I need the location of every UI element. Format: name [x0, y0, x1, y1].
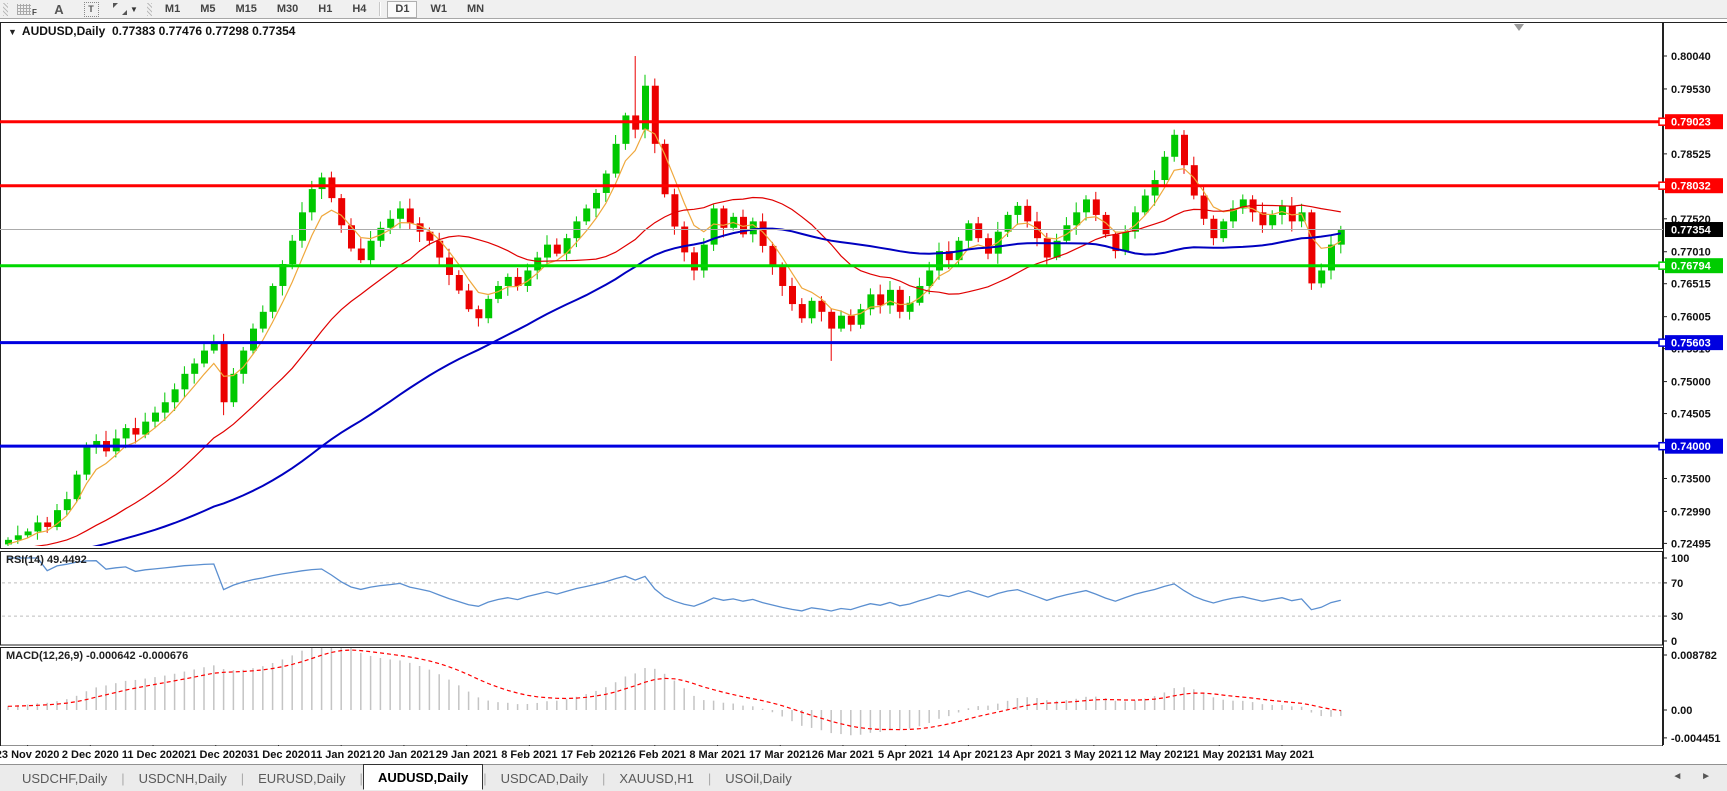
- date-tick-label: 26 Feb 2021: [624, 749, 686, 761]
- tab-scroll-arrows[interactable]: ◄ ►: [1672, 771, 1719, 782]
- date-tick-label: 20 Jan 2021: [373, 749, 435, 761]
- date-tick-label: 23 Apr 2021: [1000, 749, 1061, 761]
- price-tick-label: 0.74505: [1671, 409, 1711, 421]
- price-tick-label: 0.72990: [1671, 506, 1711, 518]
- date-tick-label: 3 May 2021: [1065, 749, 1123, 761]
- date-tick-label: 14 Apr 2021: [938, 749, 999, 761]
- date-tick-label: 8 Mar 2021: [689, 749, 745, 761]
- chart-tab-usoil[interactable]: USOil,Daily: [711, 768, 805, 789]
- date-tick-label: 5 Apr 2021: [878, 749, 933, 761]
- date-tick-label: 31 Dec 2020: [247, 749, 310, 761]
- svg-text:0.77354: 0.77354: [1671, 225, 1712, 237]
- svg-text:0.79023: 0.79023: [1671, 117, 1711, 129]
- svg-text:0.74000: 0.74000: [1671, 441, 1711, 453]
- date-tick-label: 26 Mar 2021: [812, 749, 874, 761]
- date-tick-label: 11 Jan 2021: [311, 749, 372, 761]
- chart-canvas[interactable]: 0.800400.795300.785250.775200.770100.765…: [0, 0, 1727, 746]
- chart-tab-bar: USDCHF,Daily|USDCNH,Daily|EURUSD,Daily|A…: [0, 764, 1727, 791]
- date-tick-label: 21 Dec 2020: [184, 749, 247, 761]
- main-panel: [1, 23, 1663, 549]
- svg-text:0.75603: 0.75603: [1671, 338, 1711, 350]
- price-tick-label: 0.75000: [1671, 377, 1711, 389]
- price-tick-label: 0.73500: [1671, 473, 1711, 485]
- svg-text:0.76794: 0.76794: [1671, 261, 1712, 273]
- chart-tab-xauusd[interactable]: XAUUSD,H1: [605, 768, 707, 789]
- mt4-window: F A T ▼ M1M5M15M30H1H4D1W1MN ▼AUDUSD,Dai…: [0, 0, 1727, 791]
- macd-tick-label: -0.004451: [1671, 733, 1721, 745]
- price-tick-label: 0.72495: [1671, 538, 1711, 550]
- date-axis: 23 Nov 20202 Dec 202011 Dec 202021 Dec 2…: [0, 746, 1727, 764]
- rsi-label: RSI(14) 49.4492: [6, 554, 87, 566]
- price-tick-label: 0.76005: [1671, 312, 1711, 324]
- chart-tab-eurusd[interactable]: EURUSD,Daily: [244, 768, 359, 789]
- chart-tab-usdcad[interactable]: USDCAD,Daily: [487, 768, 602, 789]
- price-tick-label: 0.79530: [1671, 84, 1711, 96]
- rsi-tick-label: 100: [1671, 553, 1689, 565]
- date-tick-label: 31 May 2021: [1250, 749, 1314, 761]
- ohlc-values: 0.77383 0.77476 0.77298 0.77354: [112, 24, 296, 38]
- date-tick-label: 17 Mar 2021: [749, 749, 811, 761]
- chart-tab-usdchf[interactable]: USDCHF,Daily: [8, 768, 121, 789]
- rsi-tick-label: 70: [1671, 578, 1683, 590]
- price-tick-label: 0.80040: [1671, 51, 1711, 63]
- price-tick-label: 0.78525: [1671, 149, 1711, 161]
- rsi-panel: [1, 552, 1663, 646]
- price-tick-label: 0.77010: [1671, 247, 1711, 259]
- rsi-tick-label: 30: [1671, 611, 1683, 623]
- date-tick-label: 23 Nov 2020: [0, 749, 59, 761]
- rsi-tick-label: 0: [1671, 636, 1677, 648]
- chart-title[interactable]: ▼ AUDUSD,Daily 0.77383 0.77476 0.77298 0.…: [8, 24, 295, 38]
- collapse-icon[interactable]: ▼: [8, 27, 17, 37]
- date-tick-label: 21 May 2021: [1187, 749, 1251, 761]
- macd-label: MACD(12,26,9) -0.000642 -0.000676: [6, 650, 188, 662]
- date-tick-label: 17 Feb 2021: [561, 749, 623, 761]
- date-tick-label: 8 Feb 2021: [501, 749, 557, 761]
- date-tick-label: 11 Dec 2020: [122, 749, 184, 761]
- symbol-period-label: AUDUSD,Daily: [22, 24, 105, 38]
- chart-tab-audusd[interactable]: AUDUSD,Daily: [363, 764, 483, 790]
- date-tick-label: 29 Jan 2021: [436, 749, 498, 761]
- date-tick-label: 12 May 2021: [1124, 749, 1188, 761]
- svg-text:0.78032: 0.78032: [1671, 181, 1711, 193]
- chart-tab-usdcnh[interactable]: USDCNH,Daily: [125, 768, 241, 789]
- price-tick-label: 0.76515: [1671, 279, 1711, 291]
- date-tick-label: 2 Dec 2020: [62, 749, 119, 761]
- macd-tick-label: 0.00: [1671, 705, 1692, 717]
- macd-tick-label: 0.008782: [1671, 650, 1717, 662]
